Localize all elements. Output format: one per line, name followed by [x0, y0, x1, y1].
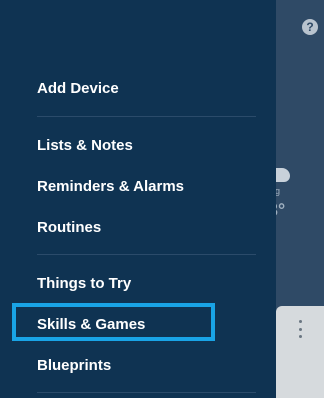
menu-item-reminders-alarms[interactable]: Reminders & Alarms: [37, 178, 184, 195]
menu-item-routines[interactable]: Routines: [37, 219, 101, 236]
divider: [37, 116, 256, 117]
menu-item-blueprints[interactable]: Blueprints: [37, 357, 111, 374]
menu-item-add-device[interactable]: Add Device: [37, 80, 119, 97]
divider: [37, 254, 256, 255]
menu-item-things-to-try[interactable]: Things to Try: [37, 275, 131, 292]
divider: [37, 392, 256, 393]
vertical-dots-icon[interactable]: [298, 320, 302, 338]
selection-highlight: [12, 303, 215, 341]
help-icon[interactable]: ?: [302, 19, 318, 35]
background-card[interactable]: [276, 306, 324, 398]
menu-item-lists-notes[interactable]: Lists & Notes: [37, 137, 133, 154]
